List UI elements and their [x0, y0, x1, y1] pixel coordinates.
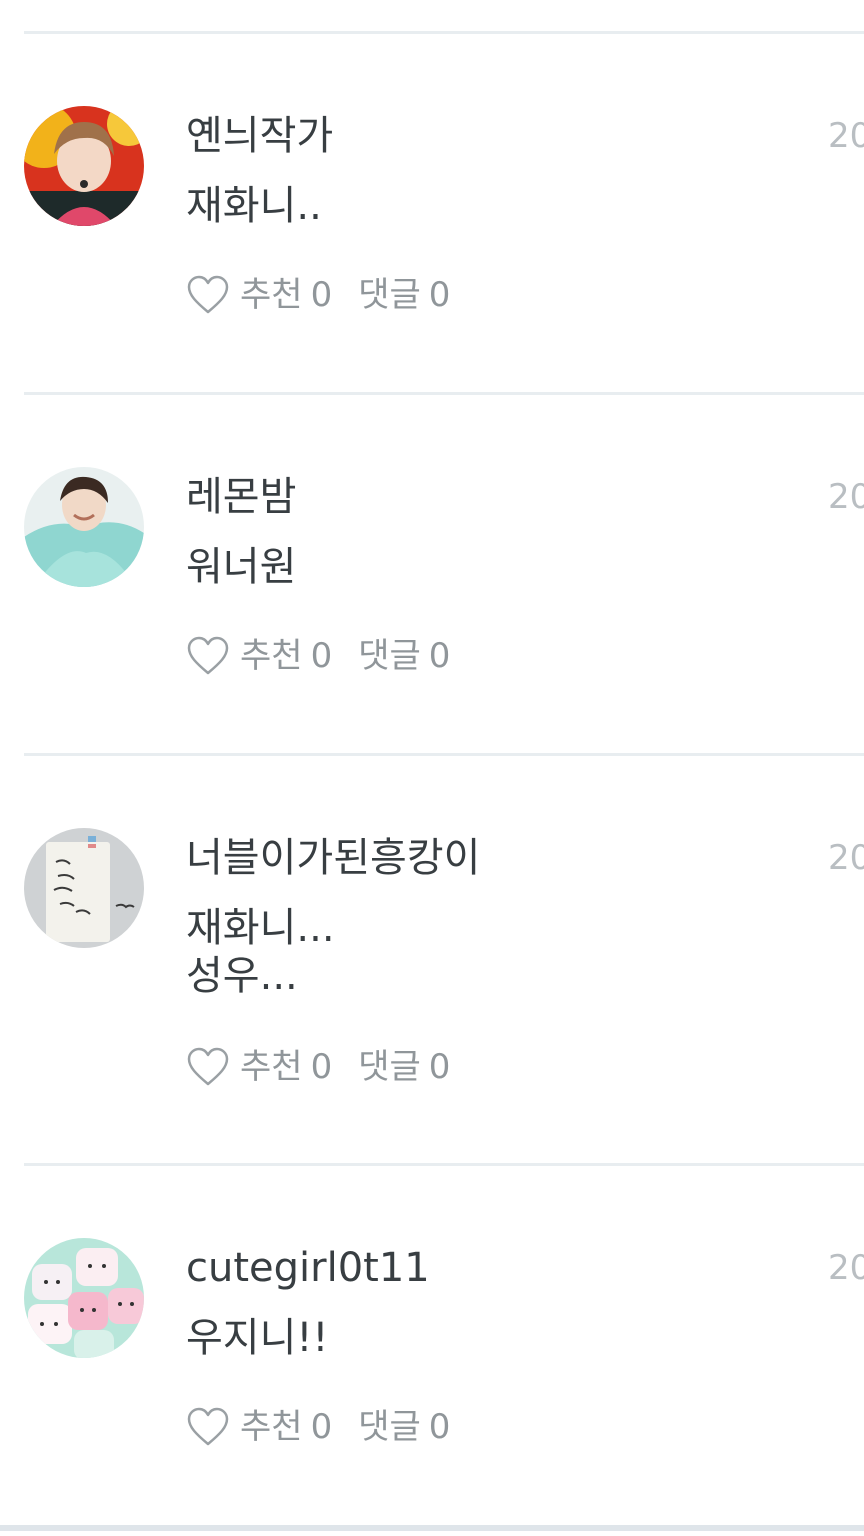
heart-icon: [187, 275, 229, 314]
heart-icon: [187, 636, 229, 675]
like-label: 추천: [240, 275, 303, 315]
avatar-image: [24, 1238, 144, 1358]
reply-label: 댓글: [358, 1407, 421, 1447]
comment-date: 20: [828, 116, 864, 156]
like-count: 0: [310, 1047, 333, 1087]
username[interactable]: 너블이가된흥캉이: [186, 832, 480, 884]
divider: [24, 753, 864, 756]
divider: [24, 392, 864, 395]
comment-actions: 추천 0 댓글 0: [186, 1045, 450, 1089]
like-label: 추천: [240, 1047, 303, 1087]
comment-date: 20: [828, 838, 864, 878]
avatar-image: [24, 106, 144, 226]
comment-date: 20: [828, 1248, 864, 1288]
like-button[interactable]: 추천 0: [186, 634, 332, 678]
comment-text: 우지니!!: [186, 1315, 329, 1361]
reply-label: 댓글: [358, 636, 421, 676]
reply-label: 댓글: [358, 1047, 421, 1087]
like-button[interactable]: 추천 0: [186, 273, 332, 317]
like-count: 0: [310, 636, 333, 676]
comment-actions: 추천 0 댓글 0: [186, 1405, 450, 1449]
avatar-image: [24, 828, 144, 948]
like-label: 추천: [240, 636, 303, 676]
divider: [24, 1163, 864, 1166]
username[interactable]: 옌늬작가: [186, 110, 333, 162]
username[interactable]: cutegirl0t11: [186, 1242, 430, 1294]
reply-button[interactable]: 댓글 0: [358, 634, 450, 678]
comment-text: 재화니..: [186, 183, 322, 229]
reply-button[interactable]: 댓글 0: [358, 1405, 450, 1449]
heart-icon: [187, 1407, 229, 1446]
reply-count: 0: [428, 275, 451, 315]
username[interactable]: 레몬밤: [186, 471, 296, 523]
like-count: 0: [310, 275, 333, 315]
like-button[interactable]: 추천 0: [186, 1045, 332, 1089]
like-label: 추천: [240, 1407, 303, 1447]
comment-actions: 추천 0 댓글 0: [186, 273, 450, 317]
avatar-image: [24, 467, 144, 587]
like-button[interactable]: 추천 0: [186, 1405, 332, 1449]
user-avatar[interactable]: [24, 828, 144, 948]
reply-button[interactable]: 댓글 0: [358, 1045, 450, 1089]
reply-button[interactable]: 댓글 0: [358, 273, 450, 317]
user-avatar[interactable]: [24, 1238, 144, 1358]
reply-count: 0: [428, 636, 451, 676]
reply-count: 0: [428, 1407, 451, 1447]
user-avatar[interactable]: [24, 106, 144, 226]
comment-text: 재화니... 성우...: [186, 905, 335, 999]
reply-label: 댓글: [358, 275, 421, 315]
like-count: 0: [310, 1407, 333, 1447]
divider: [24, 31, 864, 34]
reply-count: 0: [428, 1047, 451, 1087]
comment-text: 워너원: [186, 544, 297, 590]
divider: [0, 1525, 864, 1531]
comment-date: 20: [828, 477, 864, 517]
user-avatar[interactable]: [24, 467, 144, 587]
comment-actions: 추천 0 댓글 0: [186, 634, 450, 678]
heart-icon: [187, 1047, 229, 1086]
